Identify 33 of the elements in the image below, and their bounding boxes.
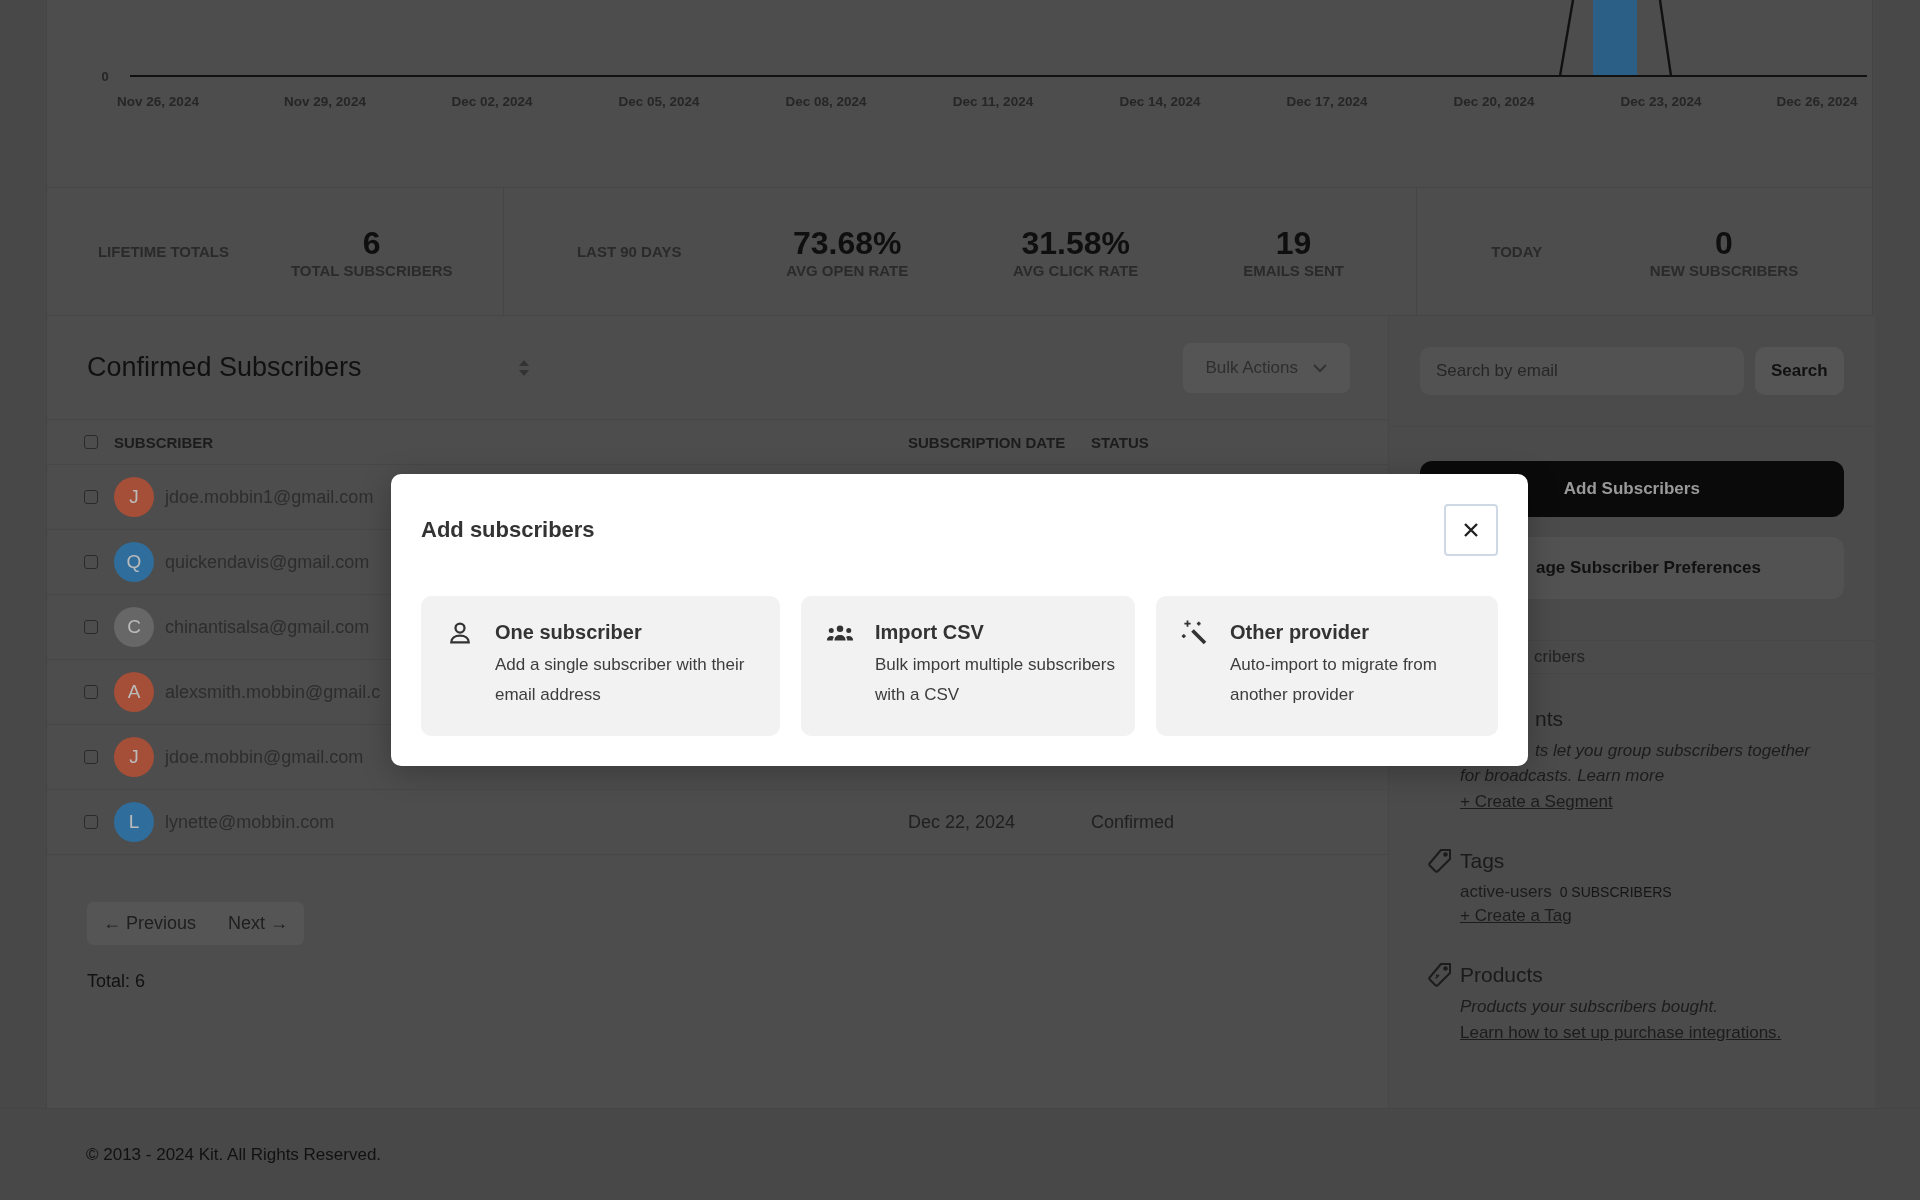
search-button[interactable]: Search (1755, 347, 1844, 395)
next-button[interactable]: Next → (212, 902, 305, 945)
stat-value: 73.68% (792, 224, 902, 262)
stat-value: 6 (362, 224, 381, 262)
chevron-down-icon (1312, 362, 1328, 373)
list-title: Confirmed Subscribers (87, 352, 363, 383)
modal-title: Add subscribers (421, 517, 595, 543)
avatar: J (114, 737, 154, 777)
avatar: C (114, 607, 154, 647)
option-card[interactable]: One subscriber Add a single subscriber with their email address (421, 596, 780, 736)
avatar: J (114, 477, 154, 517)
checkbox[interactable] (84, 815, 98, 829)
checkbox[interactable] (84, 750, 98, 764)
checkbox[interactable] (84, 685, 98, 699)
stat-value: 0 (1715, 224, 1733, 262)
close-button[interactable] (1444, 504, 1498, 556)
checkbox[interactable] (84, 620, 98, 634)
tag-icon (1426, 847, 1454, 875)
checkbox[interactable] (84, 435, 98, 449)
stat-value: 31.58% (1021, 224, 1130, 262)
option-card[interactable]: Other provider Auto-import to migrate from another provider (1156, 596, 1498, 736)
stat-value: 19 (1275, 224, 1312, 262)
avatar: L (114, 802, 154, 842)
avatar: A (114, 672, 154, 712)
total-count: Total: 6 (87, 971, 147, 992)
avatar: Q (114, 542, 154, 582)
price-tag-icon (1426, 961, 1454, 989)
copyright-text: © 2013 - 2024 Kit. All Rights Reserved. (0, 1108, 1920, 1200)
close-icon (1463, 522, 1479, 538)
checkbox[interactable] (84, 490, 98, 504)
checkbox[interactable] (84, 555, 98, 569)
option-card[interactable]: Import CSV Bulk import multiple subscribers with a CSV (801, 596, 1135, 736)
previous-button[interactable]: ← Previous (87, 902, 213, 945)
